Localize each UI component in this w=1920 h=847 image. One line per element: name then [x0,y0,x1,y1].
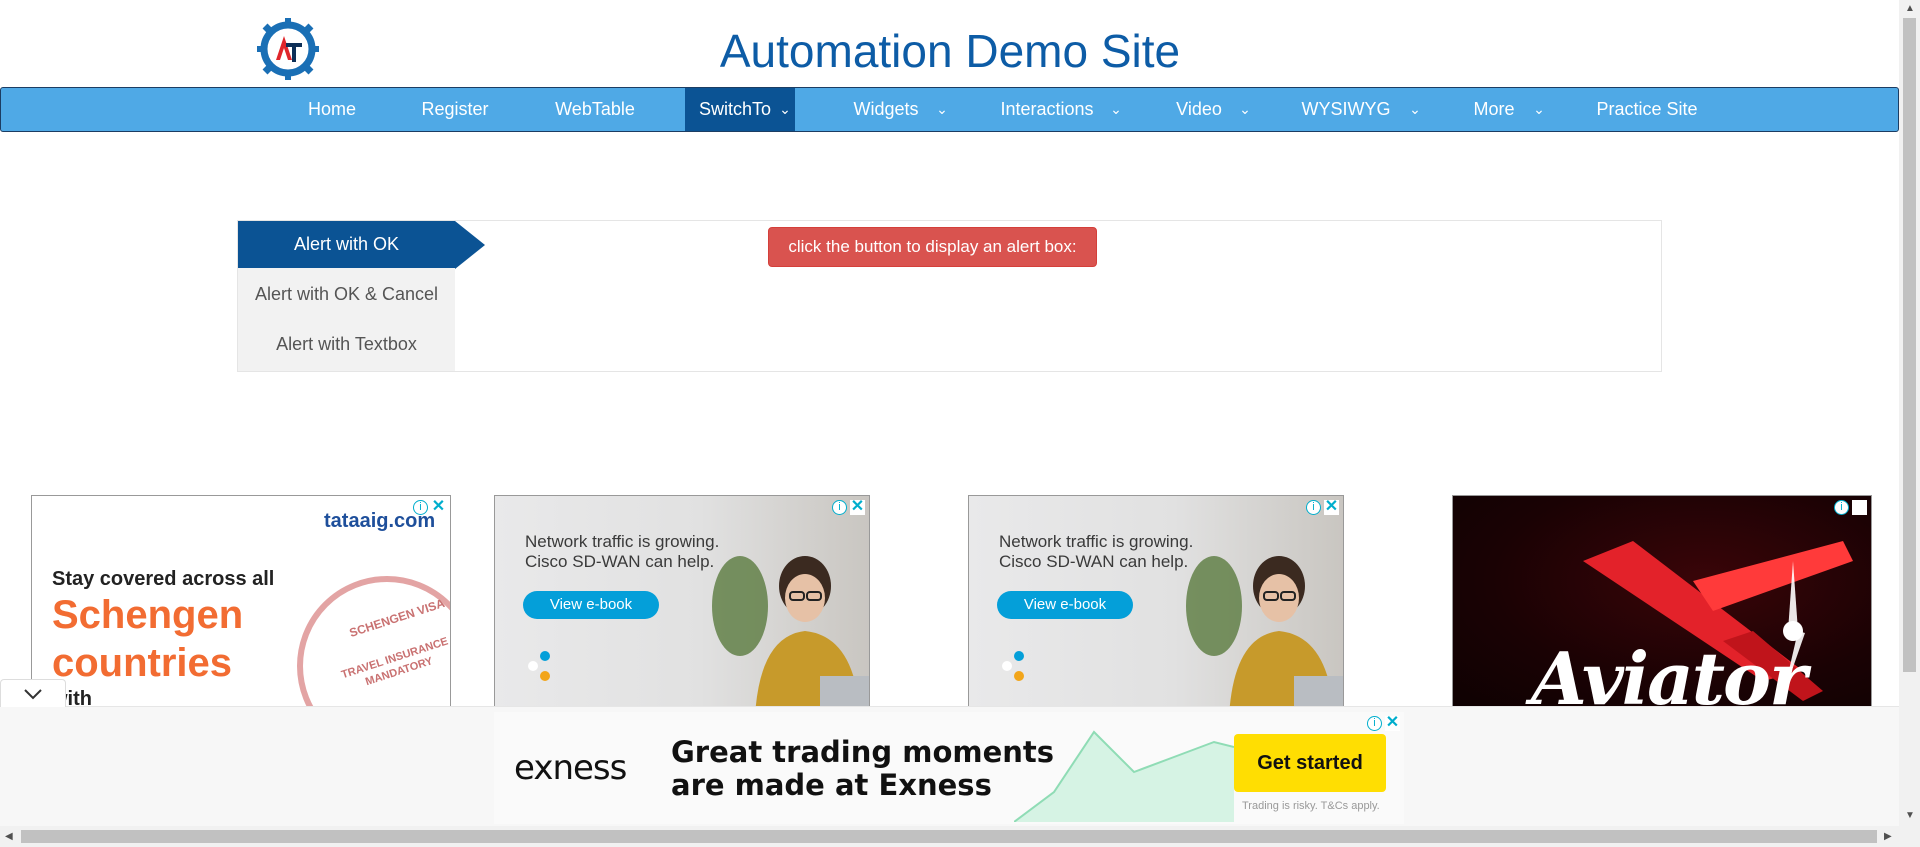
ad-headline: Schengen countries [52,591,243,687]
horizontal-scroll-thumb[interactable] [21,830,1877,843]
ad-close-icon[interactable]: ✕ [1324,499,1339,515]
adchoices-info-icon[interactable]: i [1367,716,1382,731]
chart-graphic [1014,730,1234,822]
ad-disclaimer: Trading is risky. T&Cs apply. [1242,800,1380,812]
ad-close-icon[interactable]: ✕ [431,499,446,515]
ad-exness[interactable]: exness Great trading moments are made at… [494,712,1404,824]
adchoices-info-icon[interactable]: i [1834,500,1849,515]
adchoices-info-icon[interactable]: i [413,500,428,515]
display-alert-button[interactable]: click the button to display an alert box… [768,227,1097,267]
tab-alert-with-textbox[interactable]: Alert with Textbox [238,322,455,366]
ad-headline-line1: Great trading moments [671,735,1055,769]
tab-alert-with-ok[interactable]: Alert with OK [238,221,455,268]
nav-home[interactable]: Home [291,88,373,131]
wysiwyg-chevron-down-icon[interactable]: ⌄ [1405,88,1425,131]
widgets-chevron-down-icon[interactable]: ⌄ [932,88,952,131]
ad-close-icon[interactable]: ✕ [850,499,865,515]
view-ebook-button[interactable]: View e-book [523,591,659,619]
ad-copy: Network traffic is growing. Cisco SD-WAN… [525,532,719,572]
ad-tataaig[interactable]: SCHENGEN VISA TRAVEL INSURANCE MANDATORY… [31,495,451,708]
woman-reading-image [1186,556,1343,707]
more-chevron-down-icon[interactable]: ⌄ [1529,88,1549,131]
adchoices-info-icon[interactable]: i [1306,500,1321,515]
ad-copy: Network traffic is growing. Cisco SD-WAN… [999,532,1193,572]
aviator-logo-text: Aviator [1531,636,1807,708]
vertical-scroll-thumb[interactable] [1903,18,1916,672]
nav-register[interactable]: Register [409,88,501,131]
interactions-chevron-down-icon[interactable]: ⌄ [1106,88,1126,131]
ad-headline-line2: are made at Exness [671,768,992,802]
exness-logo: exness [514,748,627,788]
active-tab-arrow [455,221,485,269]
collapse-ad-button[interactable] [0,679,66,707]
scroll-up-arrow-icon[interactable]: ▲ [1905,3,1915,14]
switchto-chevron-down-icon[interactable]: ⌄ [775,88,795,131]
ad-copy-line2: Cisco SD-WAN can help. [999,552,1189,571]
adchoices[interactable]: i ✕ [1367,715,1400,731]
nav-wysiwyg[interactable]: WYSIWYG [1296,88,1396,131]
nav-switchto[interactable]: SwitchTo [685,88,785,131]
nav-interactions[interactable]: Interactions [991,88,1103,131]
adchoices[interactable]: i ✕ [832,499,865,515]
ad-copy-line1: Network traffic is growing. [999,532,1194,551]
scroll-right-arrow-icon[interactable]: ▶ [1884,831,1892,842]
nav-video[interactable]: Video [1163,88,1235,131]
ad-headline: Great trading moments are made at Exness [671,736,1054,802]
adchoices-info-icon[interactable]: i [832,500,847,515]
adchoices[interactable]: i ✕ [413,499,446,515]
main-navbar: Home Register WebTable SwitchTo ⌄ Widget… [0,87,1899,132]
ad-close-icon[interactable]: ✕ [1852,499,1867,515]
ad-aviator[interactable]: Aviator i ✕ [1452,495,1872,708]
get-started-button[interactable]: Get started [1234,734,1386,792]
ad-close-icon[interactable]: ✕ [1385,715,1400,731]
adchoices[interactable]: i ✕ [1306,499,1339,515]
adchoices[interactable]: i ✕ [1834,499,1867,515]
cisco-dots-icon [528,651,550,681]
cisco-dots-icon [1002,651,1024,681]
tab-alert-with-ok-cancel[interactable]: Alert with OK & Cancel [238,272,455,316]
nav-webtable[interactable]: WebTable [541,88,649,131]
ad-cisco-1[interactable]: Network traffic is growing. Cisco SD-WAN… [494,495,870,708]
video-chevron-down-icon[interactable]: ⌄ [1235,88,1255,131]
ad-headline-line1: Schengen [52,593,244,637]
woman-reading-image [712,556,869,707]
ad-headline-line2: countries [52,641,233,685]
ad-copy-line1: Network traffic is growing. [525,532,720,551]
nav-more[interactable]: More [1463,88,1525,131]
scroll-down-arrow-icon[interactable]: ▼ [1905,810,1915,821]
scroll-left-arrow-icon[interactable]: ◀ [5,831,13,842]
nav-practice-site[interactable]: Practice Site [1585,88,1709,131]
ad-copy-line2: Cisco SD-WAN can help. [525,552,715,571]
ad-cisco-2[interactable]: Network traffic is growing. Cisco SD-WAN… [968,495,1344,708]
page-title: Automation Demo Site [719,25,1181,77]
ad-tagline: Stay covered across all [52,568,275,590]
view-ebook-button[interactable]: View e-book [997,591,1133,619]
nav-widgets[interactable]: Widgets [841,88,931,131]
chevron-down-icon [24,689,42,700]
